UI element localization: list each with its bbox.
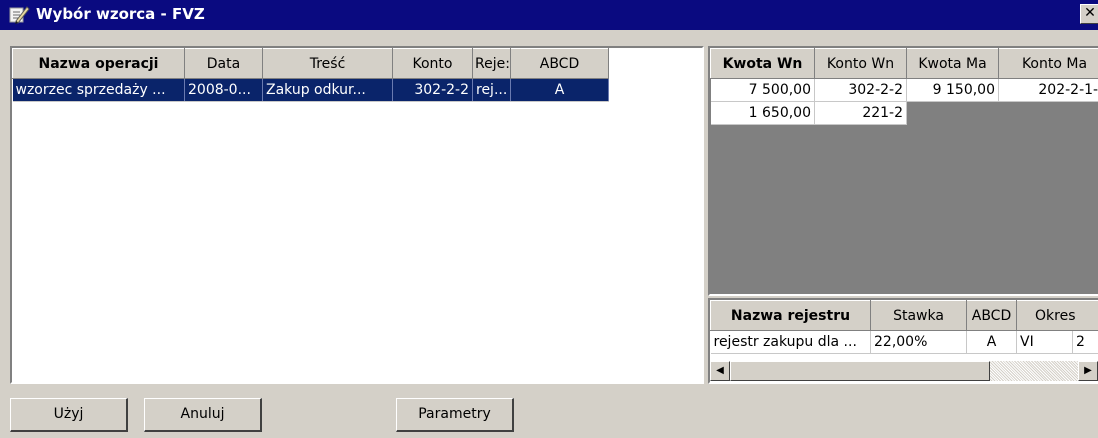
col-header-konto-ma[interactable]: Konto Ma (998, 48, 1098, 79)
cell-stawka: 22,00% (870, 330, 967, 354)
cell-nazwa-operacji: wzorzec sprzedaży ... (12, 78, 185, 102)
cell-konto-wn: 302-2-2 (814, 78, 907, 102)
col-header-abcd[interactable]: ABCD (510, 48, 609, 79)
operations-grid[interactable]: Nazwa operacji Data Treść Konto Reje: AB… (10, 46, 704, 384)
col-header-konto-wn[interactable]: Konto Wn (814, 48, 907, 79)
arrow-right-icon: ▶ (1084, 365, 1092, 376)
scroll-left-button[interactable]: ◀ (710, 361, 730, 381)
col-header-data[interactable]: Data (184, 48, 263, 79)
col-header-nazwa-rejestru[interactable]: Nazwa rejestru (710, 300, 871, 331)
close-button[interactable]: ✕ (1080, 4, 1098, 24)
table-row[interactable]: 7 500,00 302-2-2 9 150,00 202-2-1-4 (710, 78, 1098, 102)
pen-icon (9, 6, 30, 24)
table-row[interactable]: rejestr zakupu dla ... 22,00% A VI 2 (710, 330, 1098, 354)
cell-kwota-wn: 7 500,00 (710, 78, 815, 102)
registers-grid[interactable]: Nazwa rejestru Stawka ABCD Okres rejestr… (708, 298, 1098, 384)
horizontal-scrollbar[interactable]: ◀ ▶ (710, 361, 1098, 381)
title-bar: Wybór wzorca - FVZ ✕ (0, 0, 1098, 30)
cell-kwota-ma: 9 150,00 (906, 78, 999, 102)
params-button[interactable]: Parametry (396, 398, 514, 432)
cell-abcd: A (966, 330, 1017, 354)
cell-tresc: Zakup odkur... (262, 78, 393, 102)
cell-konto-ma: 202-2-1-4 (998, 78, 1098, 102)
use-button-label: Użyj (53, 406, 84, 422)
cell-okres: VI (1016, 330, 1073, 354)
cancel-button-label: Anuluj (180, 406, 225, 422)
postings-grid[interactable]: Kwota Wn Konto Wn Kwota Ma Konto Ma 7 50… (708, 46, 1098, 296)
cancel-button[interactable]: Anuluj (144, 398, 262, 432)
cell-abcd: A (510, 78, 609, 102)
table-row[interactable]: 1 650,00 221-2 (710, 101, 1098, 125)
registers-table: Nazwa rejestru Stawka ABCD Okres rejestr… (710, 300, 1098, 354)
table-row[interactable]: wzorzec sprzedaży ... 2008-0... Zakup od… (12, 78, 609, 102)
scroll-right-button[interactable]: ▶ (1078, 361, 1098, 381)
operations-header-row: Nazwa operacji Data Treść Konto Reje: AB… (12, 48, 609, 79)
use-button[interactable]: Użyj (10, 398, 128, 432)
cell-konto-wn: 221-2 (814, 101, 907, 125)
window-title: Wybór wzorca - FVZ (36, 5, 205, 23)
col-header-kwota-ma[interactable]: Kwota Ma (906, 48, 999, 79)
col-header-abcd[interactable]: ABCD (966, 300, 1017, 331)
col-header-stawka[interactable]: Stawka (870, 300, 967, 331)
postings-header-row: Kwota Wn Konto Wn Kwota Ma Konto Ma (710, 48, 1098, 79)
registers-header-row: Nazwa rejestru Stawka ABCD Okres (710, 300, 1098, 331)
cell-extra: 2 (1072, 330, 1098, 354)
cell-nazwa-rejestru: rejestr zakupu dla ... (710, 330, 871, 354)
cell-data: 2008-0... (184, 78, 263, 102)
cell-empty (998, 101, 1098, 125)
scroll-thumb[interactable] (730, 361, 990, 381)
col-header-nazwa-operacji[interactable]: Nazwa operacji (12, 48, 185, 79)
params-button-label: Parametry (418, 406, 491, 422)
cell-rejestr: rej... (472, 78, 511, 102)
col-header-okres[interactable]: Okres (1015, 300, 1098, 331)
close-icon: ✕ (1084, 5, 1096, 21)
operations-table: Nazwa operacji Data Treść Konto Reje: AB… (12, 48, 609, 102)
col-header-rejestr[interactable]: Reje: (472, 48, 511, 79)
cell-konto: 302-2-2 (392, 78, 473, 102)
cell-empty (906, 101, 999, 125)
col-header-konto[interactable]: Konto (392, 48, 473, 79)
arrow-left-icon: ◀ (716, 365, 724, 376)
col-header-kwota-wn[interactable]: Kwota Wn (710, 48, 815, 79)
col-header-tresc[interactable]: Treść (262, 48, 393, 79)
postings-table: Kwota Wn Konto Wn Kwota Ma Konto Ma 7 50… (710, 48, 1098, 125)
cell-kwota-wn: 1 650,00 (710, 101, 815, 125)
